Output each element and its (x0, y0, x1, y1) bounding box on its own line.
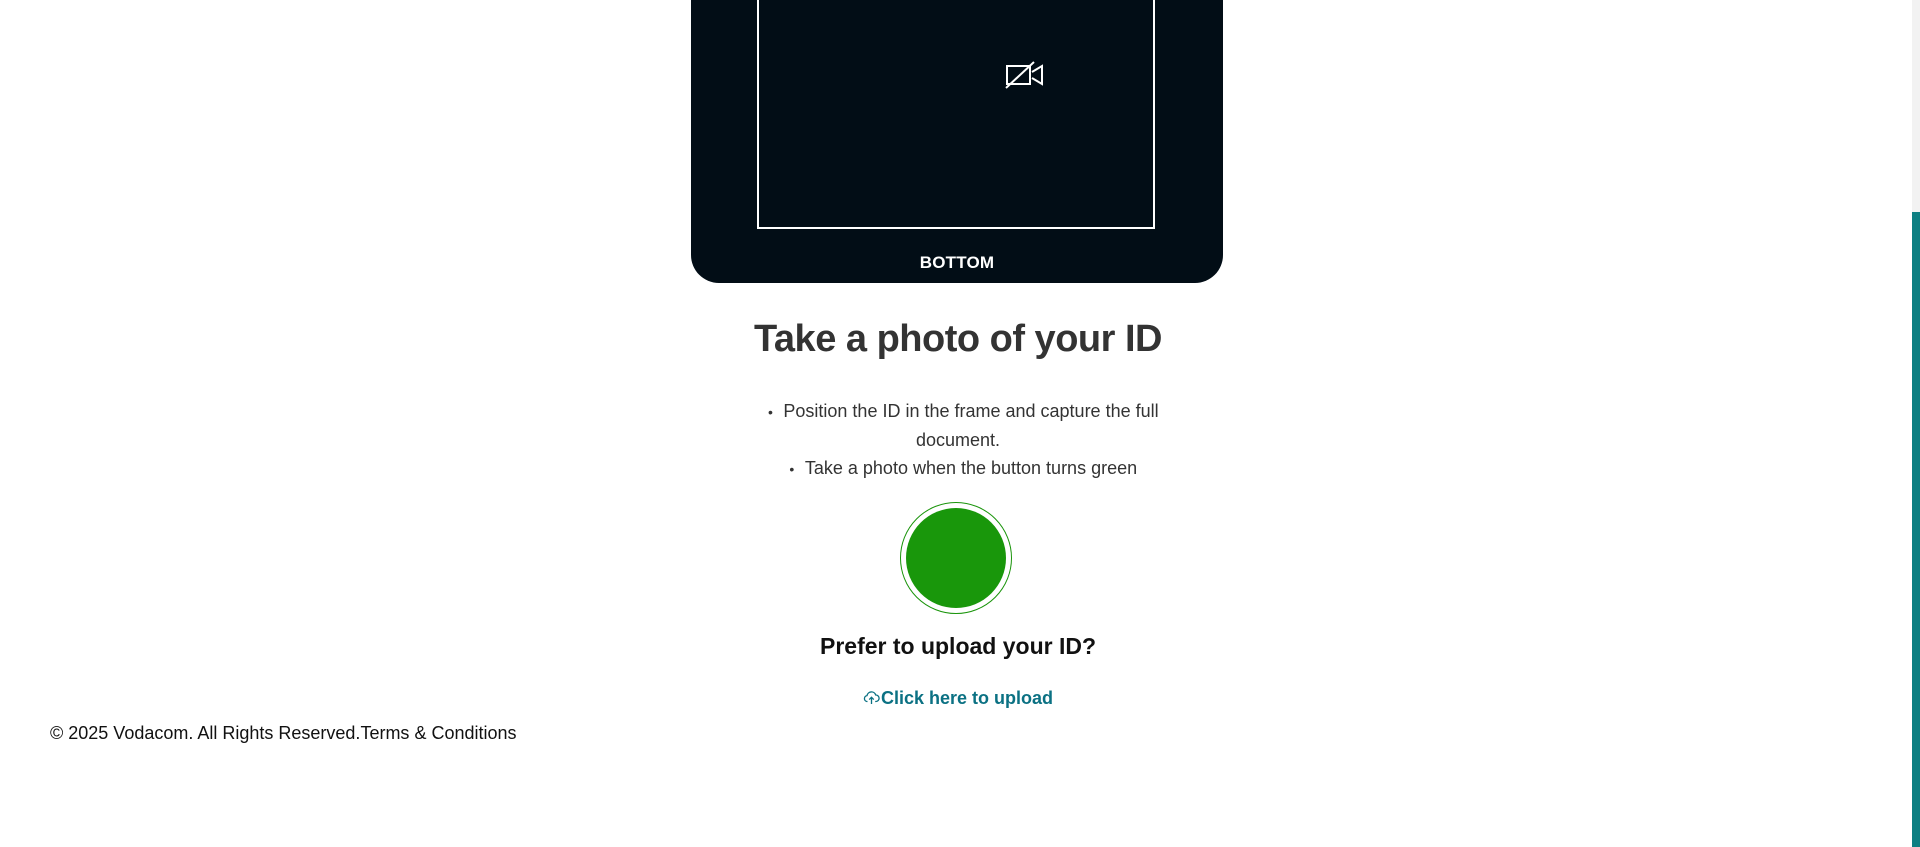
page-title: Take a photo of your ID (754, 318, 1162, 360)
video-off-icon (1005, 61, 1043, 89)
frame-bottom-label: BOTTOM (919, 253, 995, 272)
copyright-text: © 2025 Vodacom. All Rights Reserved. (50, 723, 361, 743)
instruction-text: Take a photo when the button turns green (804, 458, 1138, 478)
cloud-upload-icon (863, 691, 880, 704)
instruction-text: Position the ID in the frame and capture… (783, 401, 1159, 450)
upload-link[interactable]: Click here to upload (0, 688, 1916, 709)
upload-link-label[interactable]: Click here to upload (881, 688, 1053, 708)
bullet-icon: • (767, 404, 773, 420)
scrollbar[interactable] (1912, 0, 1920, 847)
id-capture-frame (757, 0, 1155, 229)
instruction-item: • Position the ID in the frame and captur… (740, 397, 1176, 454)
terms-link[interactable]: Terms & Conditions (360, 723, 516, 743)
instruction-list: • Position the ID in the frame and captur… (740, 397, 1176, 483)
capture-button-fill[interactable] (906, 508, 1006, 608)
upload-prompt-heading: Prefer to upload your ID? (819, 633, 1097, 659)
camera-preview-panel: BOTTOM (691, 0, 1223, 283)
instruction-item: • Take a photo when the button turns gree… (740, 454, 1176, 483)
footer: © 2025 Vodacom. All Rights Reserved.Term… (50, 723, 517, 744)
scrollbar-thumb[interactable] (1912, 212, 1920, 847)
bullet-icon: • (789, 461, 795, 477)
capture-button[interactable] (900, 502, 1012, 614)
